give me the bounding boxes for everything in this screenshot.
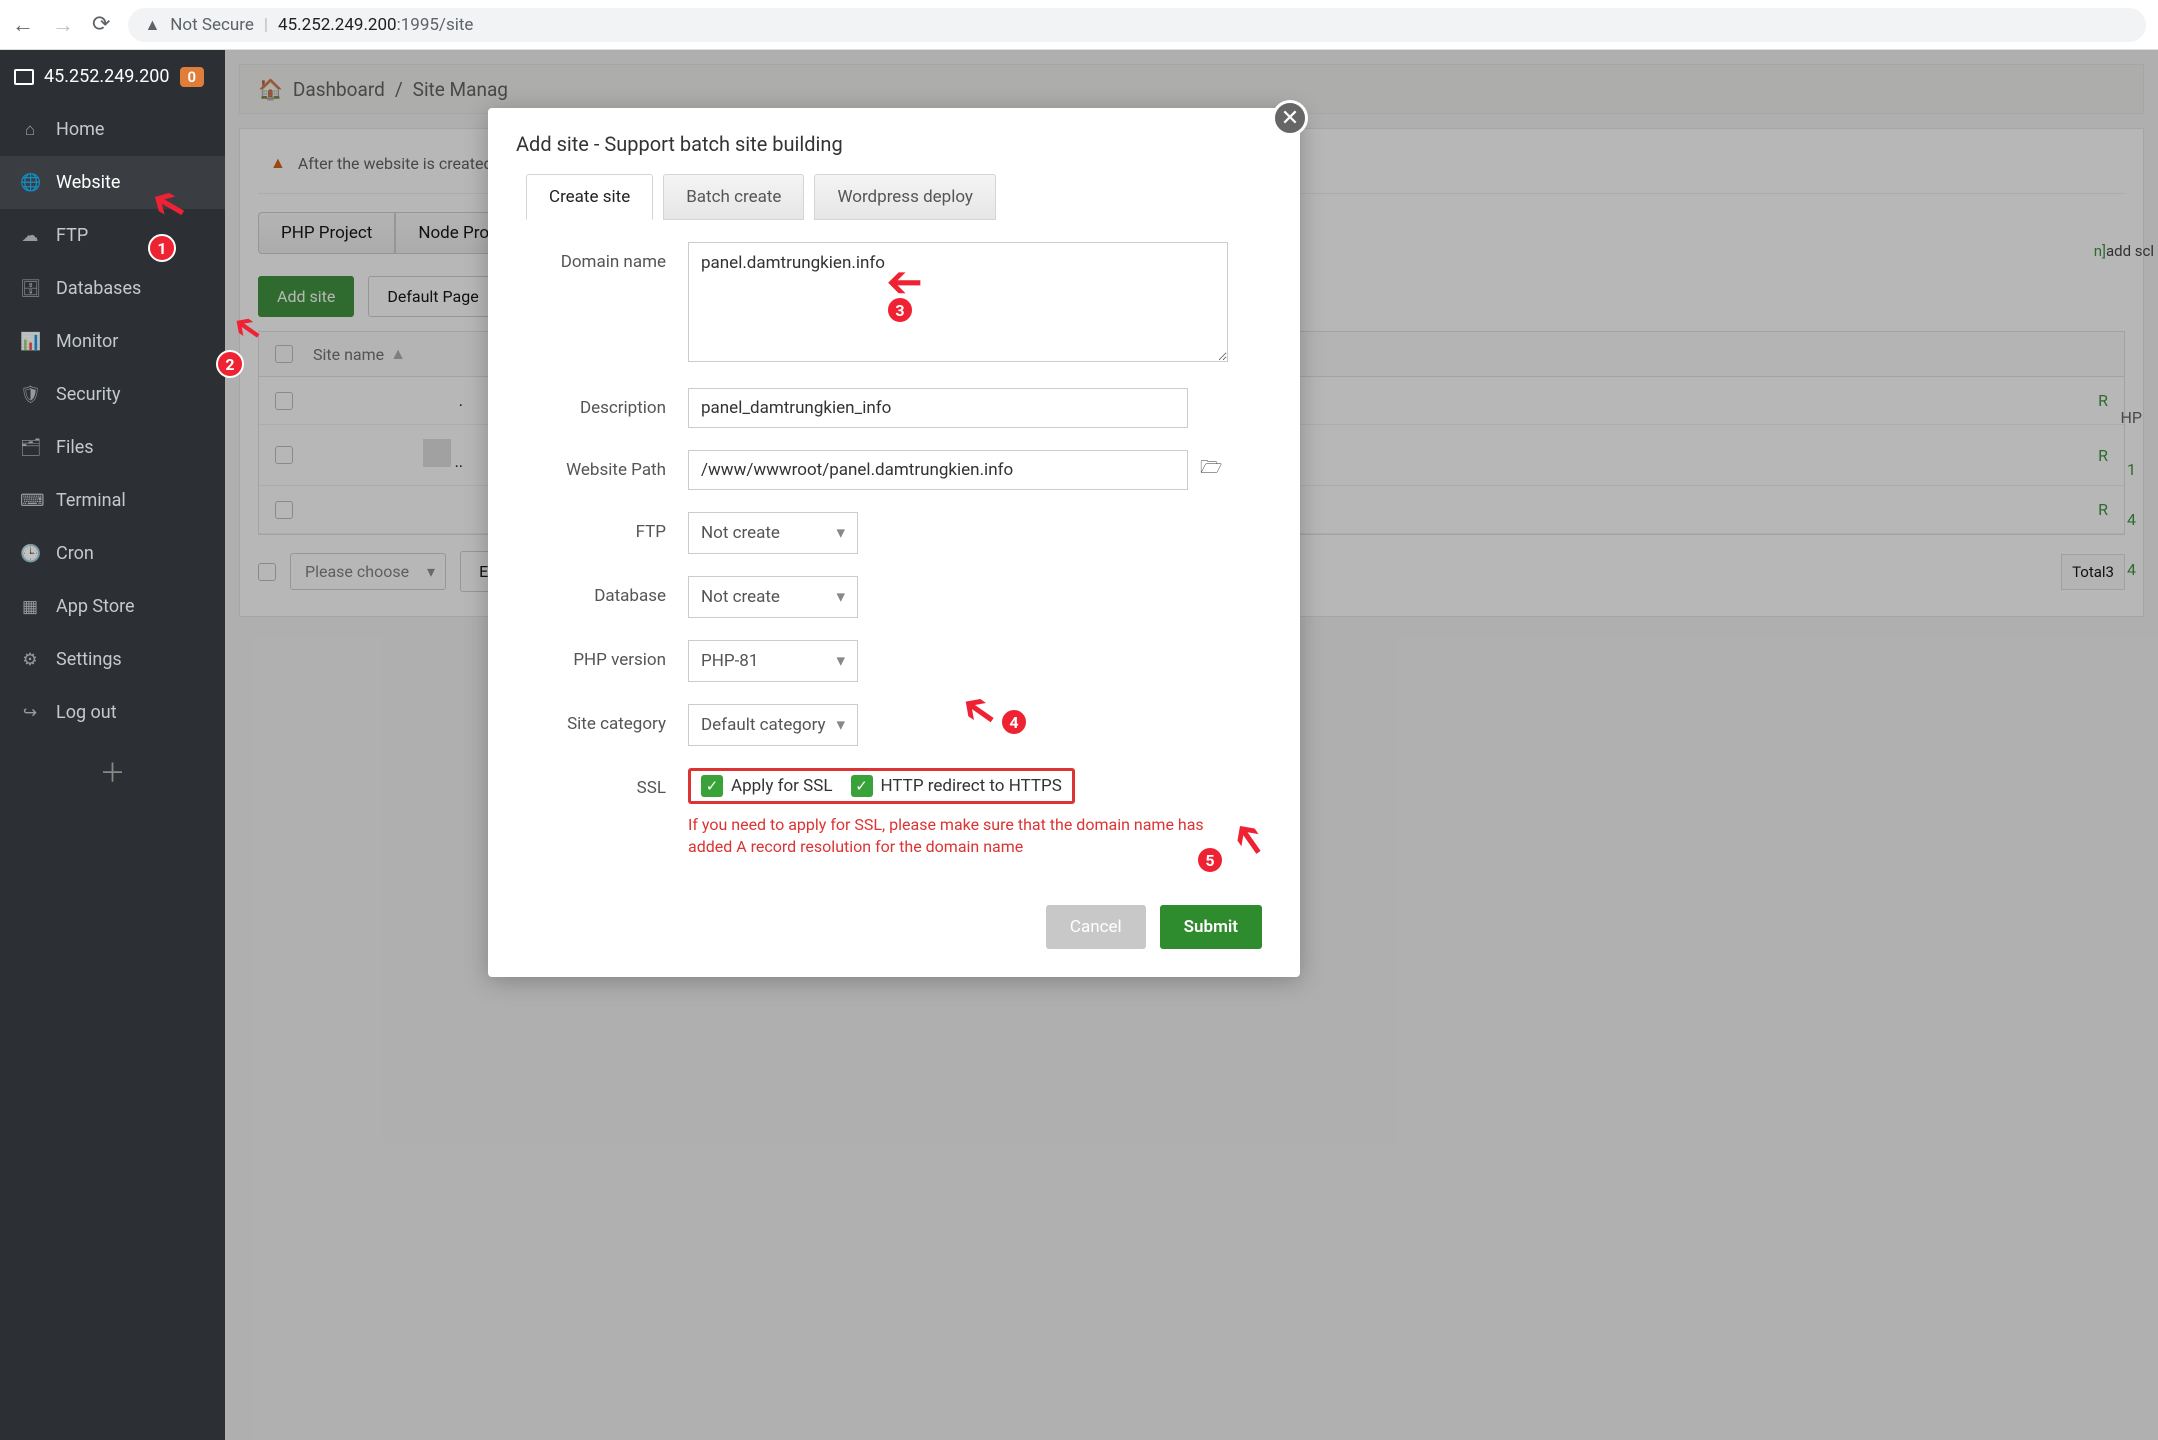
path-input[interactable] [688,450,1188,490]
gear-icon: ⚙ [20,650,40,670]
chevron-down-icon: ▾ [836,651,845,671]
annotation-badge-1: 1 [148,234,176,262]
sidebar-item-ftp[interactable]: ☁FTP [0,209,225,262]
grid-icon: ▦ [20,597,40,617]
sidebar: 45.252.249.200 0 ⌂Home 🌐Website ☁FTP 🗄Da… [0,50,225,1440]
modal-title: Add site - Support batch site building [488,108,1300,174]
ftp-select[interactable]: Not create▾ [688,512,858,554]
apply-ssl-checkbox[interactable]: ✓ [701,775,723,797]
description-input[interactable] [688,388,1188,428]
browser-bar: ← → ⟳ ▲ Not Secure | 45.252.249.200 :199… [0,0,2158,50]
cancel-button[interactable]: Cancel [1046,905,1146,949]
https-redirect-checkbox[interactable]: ✓ [851,775,873,797]
sidebar-item-files[interactable]: 🗂Files [0,421,225,474]
modal-tab-create[interactable]: Create site [526,174,653,220]
cloud-icon: ☁ [20,226,40,246]
label-description: Description [538,388,688,418]
label-database: Database [538,576,688,606]
sidebar-item-monitor[interactable]: 📊Monitor [0,315,225,368]
clock-icon: 🕒 [20,544,40,564]
globe-icon: 🌐 [20,173,40,193]
notification-badge[interactable]: 0 [180,67,205,87]
label-domain: Domain name [538,242,688,272]
terminal-icon: ⌨ [20,491,40,511]
label-php: PHP version [538,640,688,670]
chevron-down-icon: ▾ [836,587,845,607]
annotation-badge-4: 4 [1000,708,1028,736]
add-site-modal: ✕ Add site - Support batch site building… [488,108,1300,977]
address-host: 45.252.249.200 [278,15,397,35]
sidebar-item-settings[interactable]: ⚙Settings [0,633,225,686]
not-secure-icon: ▲ [144,15,160,35]
sidebar-item-home[interactable]: ⌂Home [0,103,225,156]
label-category: Site category [538,704,688,734]
logout-icon: ↪ [20,703,40,723]
modal-close-button[interactable]: ✕ [1272,100,1308,136]
label-path: Website Path [538,450,688,480]
label-ssl: SSL [538,768,688,798]
database-icon: 🗄 [20,279,40,299]
label-ftp: FTP [538,512,688,542]
not-secure-label: Not Secure [170,15,254,35]
server-ip: 45.252.249.200 [44,66,170,87]
reload-icon[interactable]: ⟳ [92,12,110,37]
sidebar-item-databases[interactable]: 🗄Databases [0,262,225,315]
sidebar-add-button[interactable]: ＋ [0,739,225,804]
submit-button[interactable]: Submit [1160,905,1262,949]
address-path: :1995/site [397,15,474,35]
folder-browse-icon[interactable]: 🗁 [1200,455,1222,485]
chevron-down-icon: ▾ [836,523,845,543]
annotation-badge-5: 5 [1196,846,1224,874]
ssl-note: If you need to apply for SSL, please mak… [688,814,1248,859]
shield-icon: 🛡 [20,385,40,405]
sidebar-header: 45.252.249.200 0 [0,50,225,103]
folder-icon: 🗂 [20,438,40,458]
address-bar[interactable]: ▲ Not Secure | 45.252.249.200 :1995/site [128,8,2146,42]
chevron-down-icon: ▾ [836,715,845,735]
monitor-icon [14,69,34,85]
sidebar-item-logout[interactable]: ↪Log out [0,686,225,739]
sidebar-item-terminal[interactable]: ⌨Terminal [0,474,225,527]
domain-input[interactable] [688,242,1228,362]
forward-icon[interactable]: → [52,12,74,38]
ssl-options: ✓Apply for SSL ✓HTTP redirect to HTTPS [688,768,1075,804]
modal-tab-wordpress[interactable]: Wordpress deploy [814,174,996,220]
sidebar-item-cron[interactable]: 🕒Cron [0,527,225,580]
sidebar-item-security[interactable]: 🛡Security [0,368,225,421]
php-select[interactable]: PHP-81▾ [688,640,858,682]
back-icon[interactable]: ← [12,12,34,38]
database-select[interactable]: Not create▾ [688,576,858,618]
annotation-badge-3: 3 [886,296,914,324]
modal-tab-batch[interactable]: Batch create [663,174,804,220]
chart-icon: 📊 [20,332,40,352]
sidebar-item-appstore[interactable]: ▦App Store [0,580,225,633]
annotation-badge-2: 2 [216,350,244,378]
category-select[interactable]: Default category▾ [688,704,858,746]
home-icon: ⌂ [20,120,40,140]
